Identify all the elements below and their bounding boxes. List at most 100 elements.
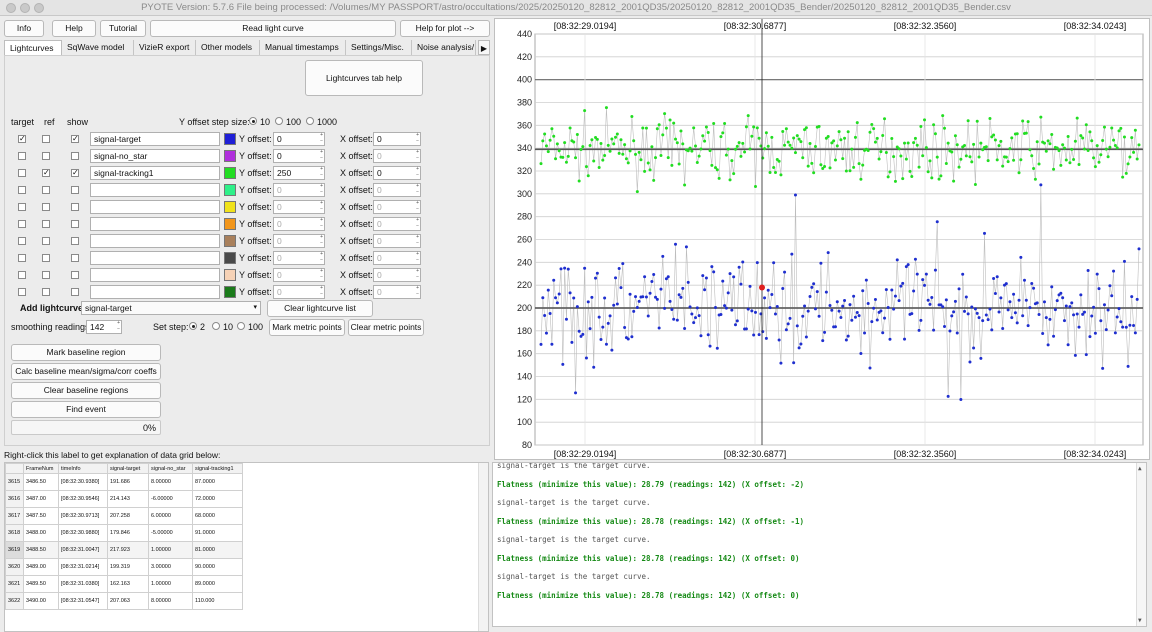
tab-scroll-right-icon[interactable]: ▶ bbox=[478, 40, 490, 55]
y-offset-stepper[interactable]: 0 bbox=[273, 251, 325, 265]
row-header-cell[interactable]: 3622 bbox=[5, 592, 24, 610]
row-header-cell[interactable]: 3617 bbox=[5, 507, 24, 525]
grid-column-header[interactable] bbox=[5, 463, 24, 474]
data-grid-hint[interactable]: Right-click this label to get explanatio… bbox=[4, 450, 220, 460]
curve-name-field[interactable]: signal-target bbox=[90, 132, 220, 146]
target-checkbox[interactable] bbox=[18, 203, 26, 211]
set-step-100-radio[interactable] bbox=[237, 322, 245, 330]
show-checkbox[interactable] bbox=[71, 152, 79, 160]
curve-color-swatch[interactable] bbox=[224, 167, 236, 179]
curve-name-field[interactable] bbox=[90, 251, 220, 265]
help-for-plot-button[interactable]: Help for plot --> bbox=[400, 20, 490, 37]
grid-cell[interactable]: [08:32:30.9713] bbox=[58, 507, 108, 525]
clear-lightcurve-list-button[interactable]: Clear lightcurve list bbox=[267, 300, 373, 317]
curve-color-swatch[interactable] bbox=[224, 184, 236, 196]
calc-baseline-button[interactable]: Calc baseline mean/sigma/corr coeffs bbox=[11, 363, 161, 380]
grid-cell[interactable]: 8.00000 bbox=[148, 592, 193, 610]
grid-cell[interactable]: 6.00000 bbox=[148, 507, 193, 525]
ref-checkbox[interactable] bbox=[42, 186, 50, 194]
ref-checkbox[interactable] bbox=[42, 220, 50, 228]
target-checkbox[interactable] bbox=[18, 288, 26, 296]
read-light-curve-button[interactable]: Read light curve bbox=[150, 20, 396, 37]
mark-metric-points-button[interactable]: Mark metric points bbox=[269, 319, 345, 336]
grid-cell[interactable]: 1.00000 bbox=[148, 575, 193, 593]
ref-checkbox[interactable] bbox=[42, 237, 50, 245]
target-checkbox[interactable] bbox=[18, 186, 26, 194]
y-step-100-radio[interactable] bbox=[275, 117, 283, 125]
curve-color-swatch[interactable] bbox=[224, 269, 236, 281]
table-row[interactable]: 3616 3487.00 [08:32:30.9546] 214.143 -6.0000… bbox=[5, 490, 243, 508]
find-event-button[interactable]: Find event bbox=[11, 401, 161, 418]
curve-color-swatch[interactable] bbox=[224, 201, 236, 213]
ref-checkbox[interactable] bbox=[42, 271, 50, 279]
show-checkbox[interactable] bbox=[71, 288, 79, 296]
grid-cell[interactable]: 8.00000 bbox=[148, 473, 193, 491]
grid-cell[interactable]: 3487.50 bbox=[23, 507, 59, 525]
show-checkbox[interactable] bbox=[71, 254, 79, 262]
grid-column-header[interactable]: timeInfo bbox=[58, 463, 108, 474]
grid-cell[interactable]: 72.0000 bbox=[192, 490, 243, 508]
lightcurves-tab-help-button[interactable]: Lightcurves tab help bbox=[305, 60, 423, 96]
y-offset-stepper[interactable]: 0 bbox=[273, 217, 325, 231]
grid-cell[interactable]: [08:32:30.9380] bbox=[58, 473, 108, 491]
info-button[interactable]: Info bbox=[4, 20, 44, 37]
tab-other-models[interactable]: Other models bbox=[196, 40, 260, 55]
y-offset-stepper[interactable]: 0 bbox=[273, 183, 325, 197]
show-checkbox[interactable]: ✓ bbox=[71, 169, 79, 177]
set-step-10-radio[interactable] bbox=[212, 322, 220, 330]
y-offset-stepper[interactable]: 0 bbox=[273, 268, 325, 282]
grid-cell[interactable]: 3.00000 bbox=[148, 558, 193, 576]
curve-name-field[interactable] bbox=[90, 200, 220, 214]
row-header-cell[interactable]: 3619 bbox=[5, 541, 24, 559]
curve-color-swatch[interactable] bbox=[224, 235, 236, 247]
curve-name-field[interactable] bbox=[90, 183, 220, 197]
curve-color-swatch[interactable] bbox=[224, 150, 236, 162]
target-checkbox[interactable] bbox=[18, 220, 26, 228]
grid-cell[interactable]: [08:32:31.0214] bbox=[58, 558, 108, 576]
grid-cell[interactable]: 91.0000 bbox=[192, 524, 243, 542]
target-checkbox[interactable]: ✓ bbox=[18, 135, 26, 143]
y-offset-stepper[interactable]: 250 bbox=[273, 166, 325, 180]
grid-cell[interactable]: 3489.50 bbox=[23, 575, 59, 593]
target-checkbox[interactable] bbox=[18, 271, 26, 279]
data-grid-scrollbar[interactable] bbox=[478, 463, 488, 631]
grid-cell[interactable]: 3488.00 bbox=[23, 524, 59, 542]
y-offset-stepper[interactable]: 0 bbox=[273, 200, 325, 214]
show-checkbox[interactable] bbox=[71, 237, 79, 245]
grid-cell[interactable]: 191.686 bbox=[107, 473, 149, 491]
data-grid[interactable]: FrameNum timeInfo signal-target signal-no_s… bbox=[4, 462, 489, 632]
curve-name-field[interactable]: signal-tracking1 bbox=[90, 166, 220, 180]
grid-cell[interactable]: 214.143 bbox=[107, 490, 149, 508]
y-offset-stepper[interactable]: 0 bbox=[273, 285, 325, 299]
grid-cell[interactable]: 3487.00 bbox=[23, 490, 59, 508]
grid-cell[interactable]: [08:32:30.9546] bbox=[58, 490, 108, 508]
curve-color-swatch[interactable] bbox=[224, 133, 236, 145]
curve-name-field[interactable]: signal-no_star bbox=[90, 149, 220, 163]
table-row[interactable]: 3617 3487.50 [08:32:30.9713] 207.258 6.00000… bbox=[5, 507, 243, 525]
curve-color-swatch[interactable] bbox=[224, 252, 236, 264]
grid-cell[interactable]: [08:32:31.0047] bbox=[58, 541, 108, 559]
set-step-2-radio[interactable] bbox=[189, 322, 197, 330]
ref-checkbox[interactable]: ✓ bbox=[42, 169, 50, 177]
grid-cell[interactable]: 162.163 bbox=[107, 575, 149, 593]
ref-checkbox[interactable] bbox=[42, 288, 50, 296]
grid-cell[interactable]: -6.00000 bbox=[148, 490, 193, 508]
grid-cell[interactable]: 3486.50 bbox=[23, 473, 59, 491]
target-checkbox[interactable] bbox=[18, 254, 26, 262]
grid-cell[interactable]: 207.258 bbox=[107, 507, 149, 525]
x-offset-stepper[interactable]: 0 bbox=[373, 251, 421, 265]
curve-color-swatch[interactable] bbox=[224, 218, 236, 230]
output-log[interactable]: ▲ ▼ signal-target is the target curve. Fl… bbox=[492, 462, 1147, 627]
target-checkbox[interactable] bbox=[18, 169, 26, 177]
grid-cell[interactable]: 217.923 bbox=[107, 541, 149, 559]
x-offset-stepper[interactable]: 0 bbox=[373, 149, 421, 163]
grid-cell[interactable]: 207.063 bbox=[107, 592, 149, 610]
table-row[interactable]: 3622 3490.00 [08:32:31.0547] 207.063 8.00000… bbox=[5, 592, 243, 610]
grid-cell[interactable]: 89.0000 bbox=[192, 575, 243, 593]
mark-baseline-region-button[interactable]: Mark baseline region bbox=[11, 344, 161, 361]
show-checkbox[interactable] bbox=[71, 271, 79, 279]
grid-cell[interactable]: [08:32:30.9880] bbox=[58, 524, 108, 542]
x-offset-stepper[interactable]: 0 bbox=[373, 268, 421, 282]
row-header-cell[interactable]: 3620 bbox=[5, 558, 24, 576]
x-offset-stepper[interactable]: 0 bbox=[373, 285, 421, 299]
